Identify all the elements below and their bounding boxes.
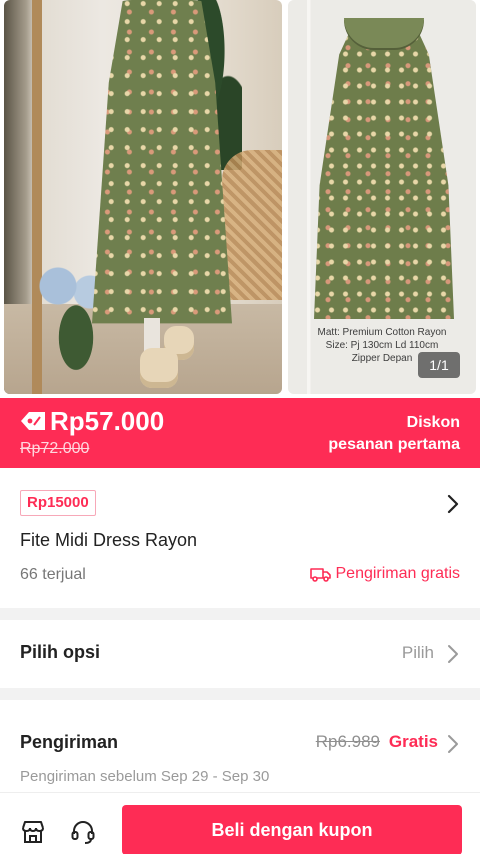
option-value: Pilih [401,643,434,662]
option-selector-row[interactable]: Pilih opsi Pilih [0,620,480,688]
product-info-card: Rp15000 Fite Midi Dress Rayon 66 terjual… [0,468,480,608]
price-tag-icon [21,412,45,430]
current-price: Rp57.000 [50,406,165,436]
discount-sublabel: pesanan pertama [328,436,460,453]
photo-mirror-frame [32,0,42,394]
photo-rattan-chair [222,150,282,300]
discount-label: Diskon [406,414,460,431]
shipping-price: Gratis [388,732,438,751]
product-image-gallery[interactable]: Matt: Premium Cotton Rayon Size: Pj 130c… [0,0,480,398]
caption-material: Matt: Premium Cotton Rayon [317,327,447,338]
bottom-action-bar: Beli dengan kupon [0,792,480,854]
product-photo-flatlay[interactable]: Matt: Premium Cotton Rayon Size: Pj 130c… [288,0,476,394]
original-price: Rp72.000 [20,440,90,457]
shipping-row[interactable]: Pengiriman Rp6.989 Gratis Pengiriman seb… [0,700,480,800]
price-banner: Rp57.000 Rp72.000 Diskon pesanan pertama [0,398,480,468]
free-shipping-badge: Pengiriman gratis [309,565,461,583]
shipping-estimate: Pengiriman sebelum Sep 29 - Sep 30 [20,768,270,785]
image-counter: 1/1 [418,352,460,378]
truck-icon [309,568,331,582]
store-icon[interactable] [20,819,46,845]
headset-icon[interactable] [70,819,96,845]
photo-shoe [140,348,178,388]
buy-with-coupon-button[interactable]: Beli dengan kupon [122,805,462,854]
chevron-right-icon[interactable] [446,494,460,514]
shipping-original-price: Rp6.989 [315,732,380,751]
product-title: Fite Midi Dress Rayon [20,530,198,550]
shipping-label: Pengiriman [20,732,119,752]
coupon-badge[interactable]: Rp15000 [20,490,96,516]
chevron-right-icon [448,735,458,753]
option-label: Pilih opsi [20,642,101,662]
chevron-right-icon [448,645,458,663]
free-shipping-label: Pengiriman gratis [335,565,461,582]
caption-size: Size: Pj 130cm Ld 110cm [325,340,439,351]
sold-count: 66 terjual [20,566,86,583]
product-photo-model[interactable] [4,0,282,394]
